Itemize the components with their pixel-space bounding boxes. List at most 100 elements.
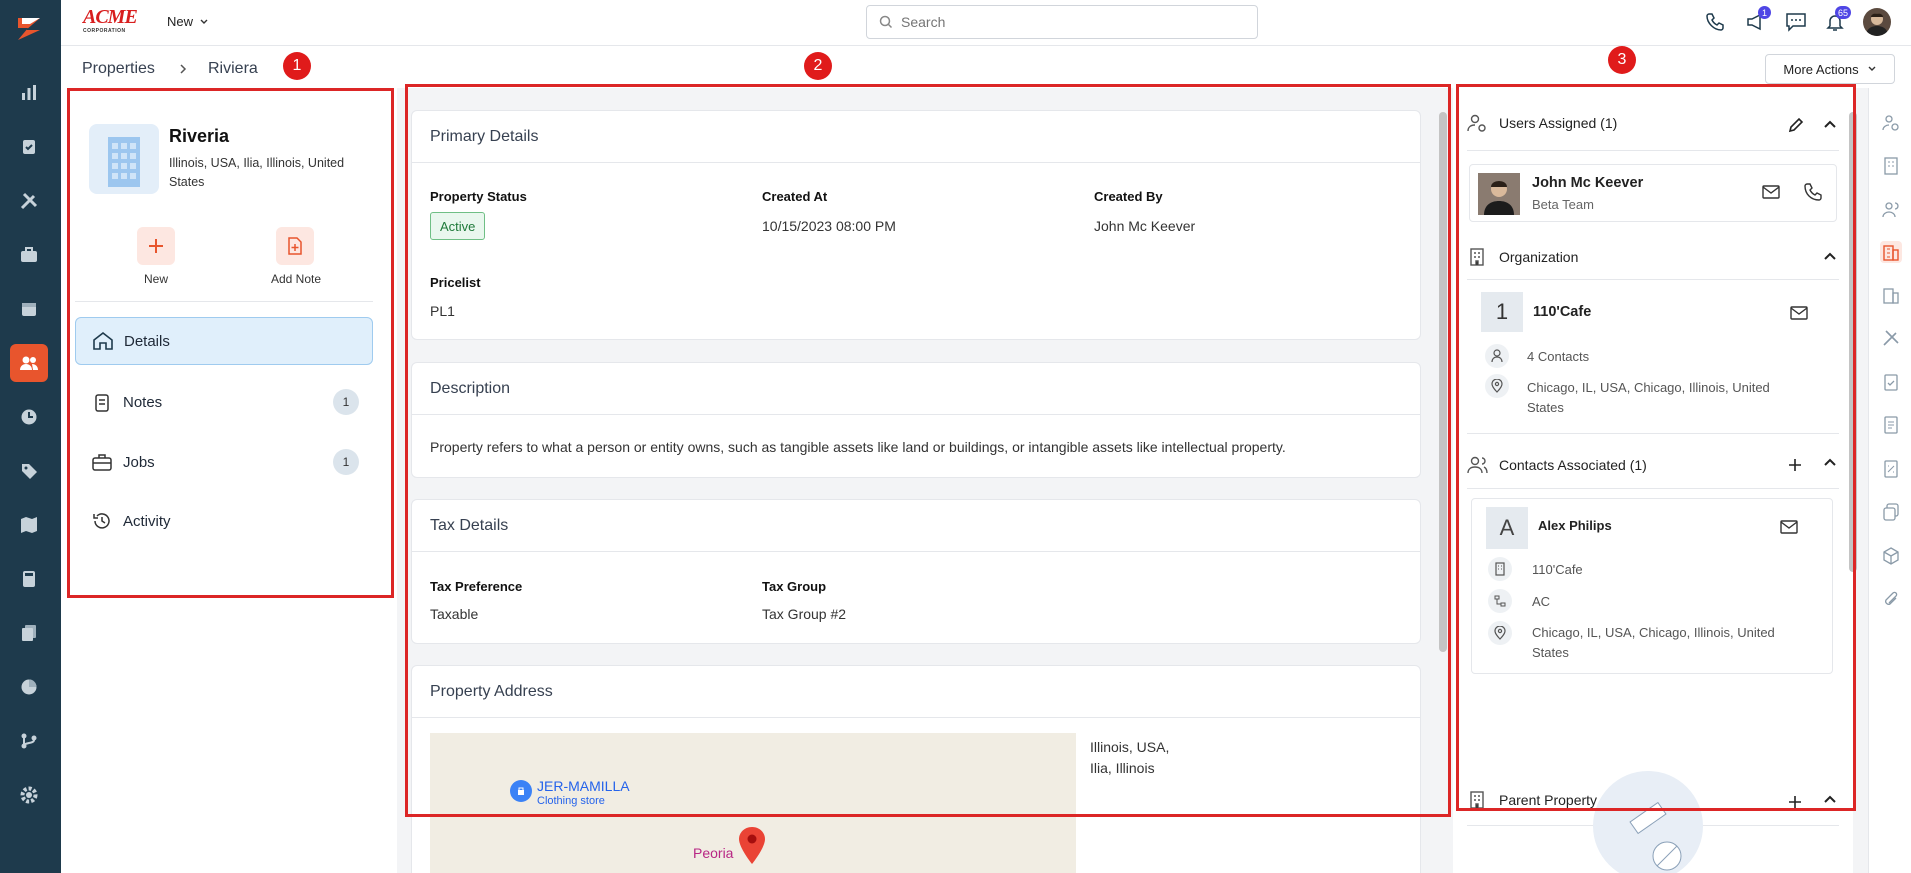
pencil-icon[interactable] — [1788, 117, 1804, 133]
reports-icon[interactable] — [10, 668, 48, 706]
user-avatar[interactable] — [1863, 8, 1891, 36]
menu-item-details[interactable]: Details — [75, 317, 373, 365]
jobs-count: 1 — [333, 449, 359, 475]
description-card: Description Property refers to what a pe… — [411, 362, 1421, 478]
clipboard-check-icon[interactable] — [1880, 371, 1902, 393]
menu-item-notes[interactable]: Notes 1 — [75, 378, 373, 426]
user-photo — [1478, 173, 1520, 215]
logo-text: ACME — [83, 6, 138, 28]
address-map[interactable]: JER-MAMILLA Clothing store Peoria — [430, 733, 1076, 873]
calendar-icon[interactable] — [10, 290, 48, 328]
clock-icon[interactable] — [10, 398, 48, 436]
workflow-icon[interactable] — [10, 722, 48, 760]
field-value: 10/15/2023 08:00 PM — [762, 218, 896, 234]
calculator-icon[interactable] — [10, 560, 48, 598]
user-assigned-icon[interactable] — [1880, 112, 1902, 134]
contact-code: AC — [1532, 594, 1551, 609]
contact-card[interactable]: A Alex Philips 110'Cafe AC Chicago, IL, … — [1471, 498, 1833, 674]
home-icon — [93, 331, 113, 350]
briefcase-icon — [92, 454, 112, 471]
search-input[interactable] — [901, 12, 1241, 32]
mail-icon[interactable] — [1790, 306, 1808, 320]
shop-pin-icon — [510, 780, 532, 802]
notes-count: 1 — [333, 389, 359, 415]
new-button[interactable] — [137, 227, 175, 265]
new-dropdown[interactable]: New — [167, 14, 209, 29]
tag-icon[interactable] — [10, 452, 48, 490]
megaphone-icon[interactable]: 1 — [1745, 6, 1771, 32]
field-label: Tax Group — [762, 579, 827, 594]
attachment-icon[interactable] — [1880, 588, 1902, 610]
right-scrollbar[interactable] — [1849, 112, 1857, 572]
menu-item-activity[interactable]: Activity — [75, 497, 373, 545]
map-icon[interactable] — [10, 506, 48, 544]
building-icon[interactable] — [1880, 155, 1902, 177]
chevron-up-icon[interactable] — [1823, 118, 1837, 132]
hierarchy-icon — [1488, 589, 1512, 613]
menu-item-label: Activity — [123, 512, 171, 530]
briefcase-icon[interactable] — [10, 236, 48, 274]
property-name: Riveria — [169, 126, 230, 146]
breadcrumb-root[interactable]: Properties — [82, 60, 155, 78]
org-address: Chicago, IL, USA, Chicago, Illinois, Uni… — [1527, 380, 1770, 415]
copy-icon[interactable] — [1880, 501, 1902, 523]
menu-item-jobs[interactable]: Jobs 1 — [75, 438, 373, 486]
tools-icon[interactable] — [10, 182, 48, 220]
annotation-marker-2: 2 — [804, 52, 832, 80]
chat-icon[interactable] — [1785, 12, 1807, 32]
chevron-up-icon[interactable] — [1823, 793, 1837, 807]
chevron-up-icon[interactable] — [1823, 456, 1837, 470]
tasks-icon[interactable] — [10, 128, 48, 166]
package-icon[interactable] — [1880, 545, 1902, 567]
menu-item-label: Notes — [123, 393, 163, 411]
center-scrollbar[interactable] — [1439, 112, 1447, 652]
bell-icon[interactable]: 65 — [1825, 6, 1851, 32]
user-card[interactable]: John Mc Keever Beta Team — [1469, 164, 1837, 222]
left-nav — [0, 0, 61, 873]
right-rail — [1868, 88, 1911, 873]
mail-icon[interactable] — [1762, 185, 1780, 199]
new-button-label: New — [143, 272, 168, 286]
divider — [1467, 488, 1839, 489]
menu-item-label: Details — [124, 332, 170, 350]
property-address: Illinois, USA, Ilia, Illinois, United St… — [169, 156, 345, 189]
clipboard-icon — [95, 394, 109, 412]
mail-icon[interactable] — [1780, 520, 1798, 534]
contacts-icon[interactable] — [10, 344, 48, 382]
building-image — [89, 124, 159, 194]
tools-icon[interactable] — [1880, 327, 1902, 349]
plus-icon[interactable] — [1787, 794, 1803, 810]
empty-state-illustration — [1593, 771, 1703, 873]
plus-icon[interactable] — [1787, 457, 1803, 473]
estimate-icon[interactable] — [1880, 458, 1902, 480]
megaphone-badge: 1 — [1758, 6, 1771, 19]
property-icon[interactable] — [1880, 241, 1902, 263]
chevron-up-icon[interactable] — [1823, 250, 1837, 264]
documents-icon[interactable] — [10, 614, 48, 652]
chevron-right-icon — [180, 64, 187, 74]
top-bar: ACME CORPORATION New 1 65 — [61, 0, 1911, 46]
invoice-icon[interactable] — [1880, 414, 1902, 436]
search-box[interactable] — [866, 5, 1258, 39]
field-label: Pricelist — [430, 275, 481, 290]
field-label: Property Status — [430, 189, 527, 204]
settings-icon[interactable] — [10, 776, 48, 814]
phone-icon[interactable] — [1804, 183, 1822, 201]
divider — [1467, 150, 1839, 151]
contacts-icon[interactable] — [1880, 199, 1902, 221]
plus-icon — [149, 239, 163, 253]
parent-building-icon[interactable] — [1880, 284, 1902, 306]
breadcrumb-current: Riviera — [208, 60, 258, 77]
org-contacts[interactable]: 4 Contacts — [1527, 349, 1589, 364]
acme-logo[interactable]: ACME CORPORATION — [83, 6, 145, 36]
more-actions-button[interactable]: More Actions — [1765, 54, 1895, 84]
add-note-button[interactable] — [276, 227, 314, 265]
dashboard-icon[interactable] — [10, 74, 48, 112]
field-value: Taxable — [430, 606, 479, 622]
annotation-marker-1: 1 — [283, 52, 311, 80]
map-pin-icon — [739, 827, 765, 864]
call-icon[interactable] — [1705, 12, 1727, 32]
property-sidebar: Riveria Illinois, USA, Ilia, Illinois, U… — [61, 88, 397, 873]
field-label: Created By — [1094, 189, 1163, 204]
app-logo-icon[interactable] — [10, 10, 48, 48]
